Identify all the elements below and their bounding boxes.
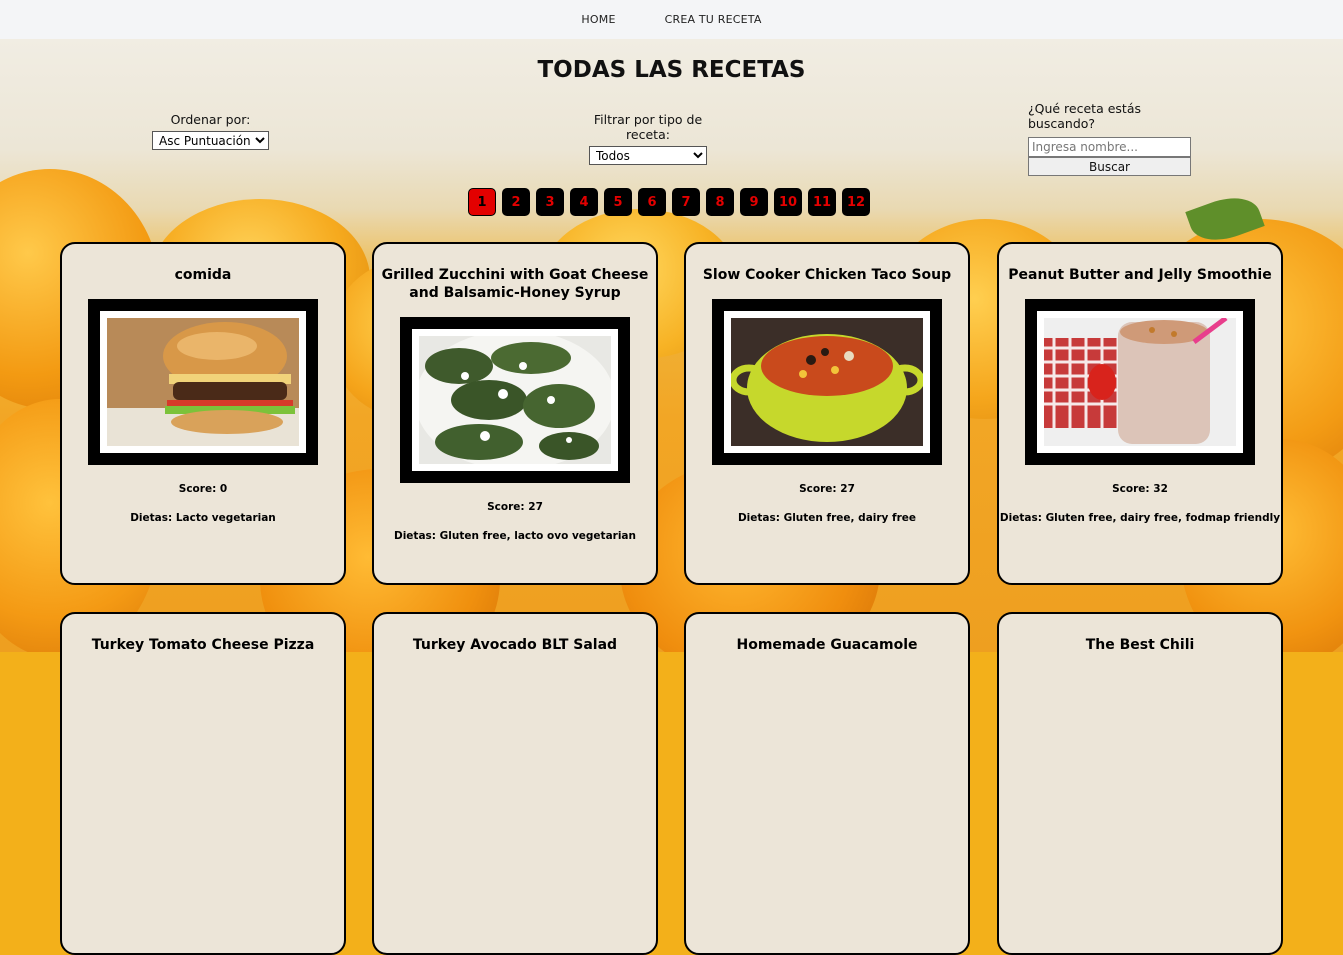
recipe-title: comida [174, 267, 232, 283]
recipe-diets: Dietas: Gluten free, lacto ovo vegetaria… [393, 530, 636, 542]
page-button-11[interactable]: 11 [808, 188, 836, 216]
search-box: ¿Qué receta estás buscando? Buscar [1028, 101, 1191, 176]
recipe-card[interactable]: comida Score: 0 Dietas: Lacto vegetarian [60, 242, 346, 585]
recipe-title: Homemade Guacamole [736, 637, 918, 653]
recipe-card[interactable]: Grilled Zucchini with Goat Cheese and Ba… [372, 242, 658, 585]
page-button-1[interactable]: 1 [468, 188, 496, 216]
recipe-title: Grilled Zucchini with Goat Cheese and Ba… [381, 267, 649, 301]
burger-photo [107, 318, 299, 446]
recipe-card[interactable]: Peanut Butter and Jelly Smoothie Score: … [997, 242, 1283, 585]
recipe-image-frame [1025, 299, 1255, 465]
recipe-diets: Dietas: Gluten free, dairy free, fodmap … [999, 512, 1281, 524]
recipe-score: Score: 32 [1112, 483, 1168, 495]
recipe-image-frame [400, 317, 630, 483]
recipe-score: Score: 0 [178, 483, 228, 495]
search-input[interactable] [1028, 137, 1191, 157]
page-button-8[interactable]: 8 [706, 188, 734, 216]
recipe-score: Score: 27 [799, 483, 855, 495]
smoothie-photo [1044, 318, 1236, 446]
recipe-card[interactable]: The Best Chili [997, 612, 1283, 955]
page-button-10[interactable]: 10 [774, 188, 802, 216]
page-button-3[interactable]: 3 [536, 188, 564, 216]
nav-create-recipe-link[interactable]: CREA TU RECETA [665, 13, 762, 26]
recipe-diets: Dietas: Lacto vegetarian [130, 512, 276, 524]
recipe-title: Slow Cooker Chicken Taco Soup [702, 267, 952, 283]
order-label: Ordenar por: [170, 112, 251, 127]
recipe-image-frame [712, 299, 942, 465]
filter-control: Filtrar por tipo de receta: Todos [570, 112, 726, 165]
recipe-score: Score: 27 [487, 501, 543, 513]
nav-home-link[interactable]: HOME [581, 13, 615, 26]
order-control: Ordenar por: Asc Puntuación [152, 112, 269, 150]
zucchini-photo [419, 336, 611, 464]
page-button-4[interactable]: 4 [570, 188, 598, 216]
page-button-5[interactable]: 5 [604, 188, 632, 216]
filter-label: Filtrar por tipo de receta: [593, 112, 703, 142]
recipe-image-frame [88, 299, 318, 465]
recipe-title: The Best Chili [1085, 637, 1195, 653]
order-select[interactable]: Asc Puntuación [152, 131, 269, 150]
page-title: TODAS LAS RECETAS [537, 57, 806, 83]
page-button-12[interactable]: 12 [842, 188, 870, 216]
recipe-title: Peanut Butter and Jelly Smoothie [1008, 267, 1272, 283]
search-button[interactable]: Buscar [1028, 157, 1191, 176]
page-button-6[interactable]: 6 [638, 188, 666, 216]
top-nav: HOME CREA TU RECETA [0, 0, 1343, 39]
recipe-card[interactable]: Homemade Guacamole [684, 612, 970, 955]
recipe-card[interactable]: Turkey Avocado BLT Salad [372, 612, 658, 955]
soup-photo [731, 318, 923, 446]
recipe-title: Turkey Avocado BLT Salad [412, 637, 618, 653]
recipe-card[interactable]: Turkey Tomato Cheese Pizza [60, 612, 346, 955]
page-button-2[interactable]: 2 [502, 188, 530, 216]
pagination: 1 2 3 4 5 6 7 8 9 10 11 12 [468, 188, 870, 216]
page-button-7[interactable]: 7 [672, 188, 700, 216]
filter-select[interactable]: Todos [589, 146, 707, 165]
recipe-card[interactable]: Slow Cooker Chicken Taco Soup Score: 27 … [684, 242, 970, 585]
recipe-title: Turkey Tomato Cheese Pizza [91, 637, 315, 653]
page-button-9[interactable]: 9 [740, 188, 768, 216]
recipe-diets: Dietas: Gluten free, dairy free [737, 512, 917, 524]
search-label: ¿Qué receta estás buscando? [1028, 101, 1141, 131]
